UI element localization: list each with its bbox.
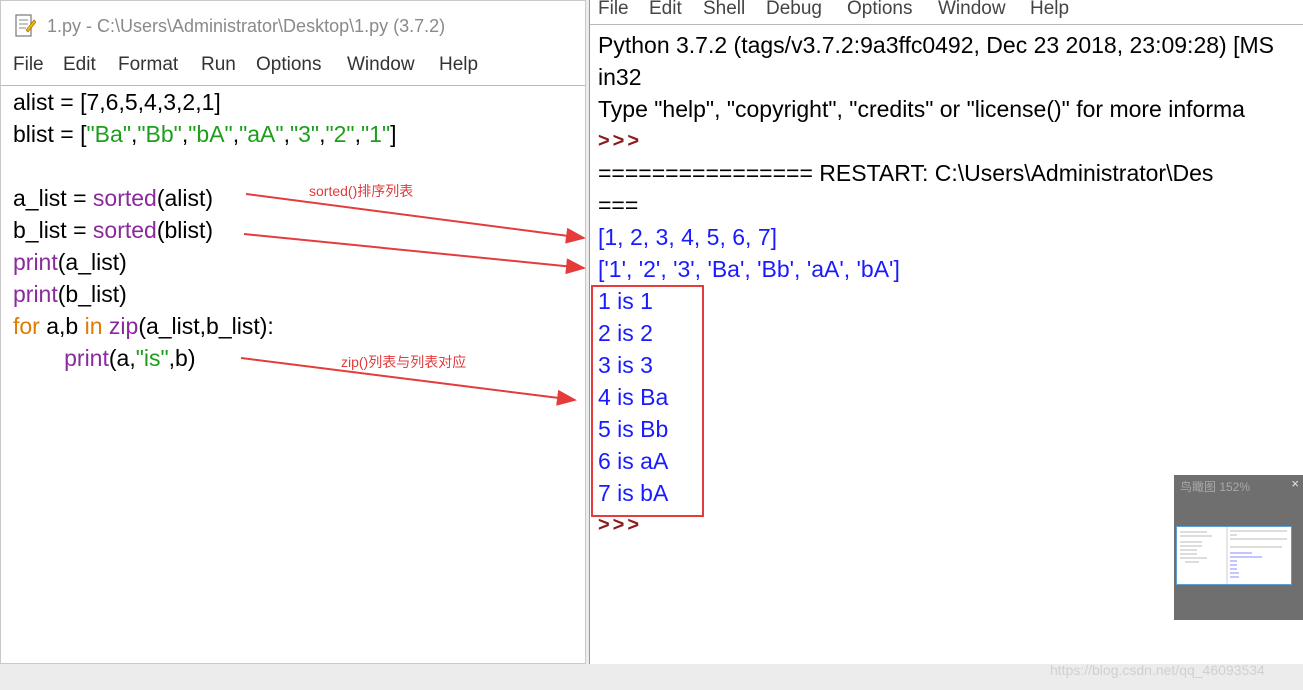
code-line: b_list = sorted(blist) — [13, 216, 213, 244]
menu-shell[interactable]: Shell — [703, 0, 745, 20]
menu-window[interactable]: Window — [938, 0, 1006, 20]
code-token: "2" — [325, 121, 355, 147]
menu-options[interactable]: Options — [847, 0, 912, 20]
menu-debug[interactable]: Debug — [766, 0, 822, 20]
code-token: a_list = — [13, 185, 93, 211]
code-token: ,b) — [168, 345, 196, 371]
editor-menubar: File Edit Format Run Options Window Help — [1, 49, 585, 81]
code-token: "aA" — [239, 121, 284, 147]
code-editor[interactable]: alist = [7,6,5,4,3,2,1] blist = ["Ba","Bb… — [1, 85, 585, 663]
code-token: "is" — [135, 345, 169, 371]
code-token: "1" — [360, 121, 391, 147]
editor-window: 1.py - C:\Users\Administrator\Desktop\1.… — [0, 0, 586, 664]
menu-run[interactable]: Run — [201, 54, 236, 76]
code-line: blist = ["Ba","Bb","bA","aA","3","2","1"… — [13, 120, 397, 148]
code-line: print(b_list) — [13, 280, 127, 308]
code-token: "Ba" — [86, 121, 131, 147]
code-token: "3" — [289, 121, 320, 147]
menu-help[interactable]: Help — [439, 54, 478, 76]
shell-line: Type "help", "copyright", "credits" or "… — [598, 96, 1245, 122]
code-token: in — [84, 313, 103, 339]
code-line: alist = [7,6,5,4,3,2,1] — [13, 88, 221, 116]
code-token: ] — [390, 121, 397, 147]
annotation-zip: zip()列表与列表对应 — [341, 354, 467, 370]
code-token: print — [13, 249, 58, 275]
menu-options[interactable]: Options — [256, 54, 321, 76]
shell-line: [1, 2, 3, 4, 5, 6, 7] — [598, 224, 778, 250]
code-token: zip — [108, 313, 139, 339]
code-token: sorted — [92, 185, 157, 211]
annotation-sorted: sorted()排序列表 — [309, 183, 414, 199]
birds-eye-title: 鸟瞰图 152% — [1180, 480, 1251, 494]
editor-titlebar: 1.py - C:\Users\Administrator\Desktop\1.… — [1, 1, 585, 51]
code-token: (a_list) — [57, 249, 127, 275]
code-token: "Bb" — [137, 121, 182, 147]
code-token: (a, — [108, 345, 136, 371]
birds-eye-thumbnail[interactable] — [1176, 526, 1292, 585]
code-token: (alist) — [156, 185, 214, 211]
menu-format[interactable]: Format — [118, 54, 178, 76]
menu-file[interactable]: File — [13, 54, 44, 76]
code-token: a,b — [39, 313, 85, 339]
code-token: alist = [7,6,5,4,3,2,1] — [13, 89, 221, 115]
code-token: print — [13, 281, 58, 307]
code-token: "bA" — [188, 121, 233, 147]
shell-line: Python 3.7.2 (tags/v3.7.2:9a3ffc0492, De… — [598, 32, 1274, 58]
menu-edit[interactable]: Edit — [63, 54, 96, 76]
code-token: (blist) — [156, 217, 214, 243]
code-token: print — [64, 345, 109, 371]
code-line: a_list = sorted(alist) — [13, 184, 213, 212]
watermark: https://blog.csdn.net/qq_46093534 — [1050, 662, 1265, 678]
menu-help[interactable]: Help — [1030, 0, 1069, 20]
shell-line: ================ RESTART: C:\Users\Admin… — [598, 160, 1214, 186]
code-token: (b_list) — [57, 281, 127, 307]
shell-line: in32 — [598, 64, 642, 90]
menu-window[interactable]: Window — [347, 54, 415, 76]
code-token: (a_list,b_list): — [138, 313, 274, 339]
shell-prompt: >>> — [598, 130, 643, 152]
thumbnail-preview — [1180, 527, 1287, 584]
code-line: for a,b in zip(a_list,b_list): — [13, 312, 274, 340]
code-token: sorted — [92, 217, 157, 243]
editor-title: 1.py - C:\Users\Administrator\Desktop\1.… — [47, 16, 446, 36]
code-line: print(a_list) — [13, 248, 127, 276]
output-highlight-box — [591, 285, 704, 517]
shell-menubar: File Edit Shell Debug Options Window Hel… — [590, 0, 1303, 23]
code-token: blist = [ — [13, 121, 87, 147]
menu-file[interactable]: File — [598, 0, 629, 20]
birds-eye-view-panel[interactable]: 鸟瞰图 152% × — [1174, 475, 1303, 620]
shell-line: ['1', '2', '3', 'Ba', 'Bb', 'aA', 'bA'] — [598, 256, 900, 282]
shell-line: === — [598, 192, 639, 218]
close-icon[interactable]: × — [1291, 476, 1299, 491]
code-token: b_list = — [13, 217, 93, 243]
menu-edit[interactable]: Edit — [649, 0, 682, 20]
code-token: for — [13, 313, 40, 339]
code-line: print(a,"is",b) — [13, 344, 196, 372]
idle-file-icon — [15, 14, 36, 37]
